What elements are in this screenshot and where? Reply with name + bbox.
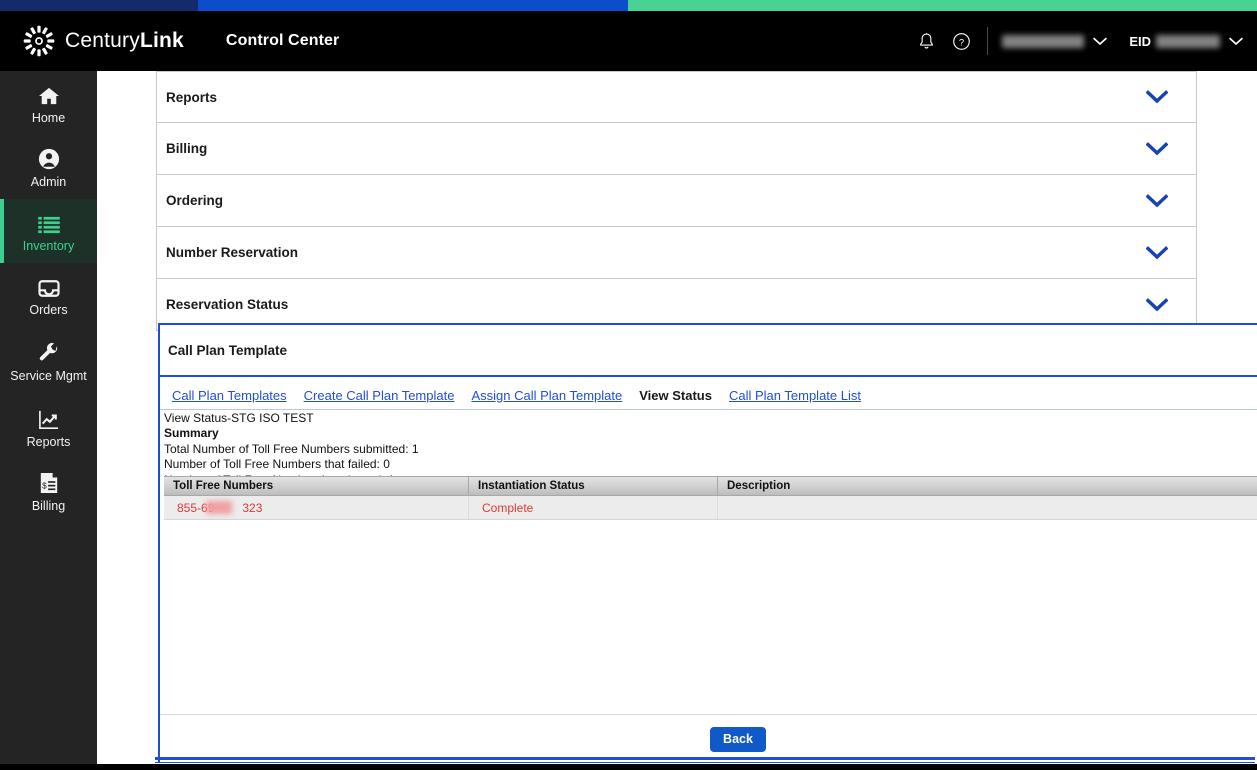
app-title: Control Center [225,32,340,49]
chevron-down-icon [1093,37,1108,45]
chevron-down-icon [1146,297,1168,311]
header-right-cluster: ? EID [912,27,1257,55]
eid-value-redacted [1156,34,1220,48]
summary-label: Summary [164,426,219,441]
accordion-section-reports[interactable]: Reports [156,71,1197,123]
sidebar-item-label: Service Mgmt [10,368,87,383]
accordion-list: Reports Billing Ordering Number Reservat… [156,71,1197,331]
sidebar-item-label: Inventory [22,238,75,253]
header-divider [987,27,989,55]
tab-call-plan-templates[interactable]: Call Plan Templates [172,388,287,403]
help-button[interactable]: ? [947,27,975,55]
sidebar-item-label: Admin [30,174,67,189]
accordion-section-number-reservation[interactable]: Number Reservation [156,227,1197,279]
svg-text:$: $ [42,481,47,490]
tab-assign-call-plan-template[interactable]: Assign Call Plan Template [471,388,622,403]
back-button[interactable]: Back [710,726,766,752]
invoice-icon: $ [39,470,59,494]
eid-menu[interactable]: EID [1129,34,1243,49]
accordion-title: Reservation Status [166,297,289,312]
summary-line-failed: Number of Toll Free Numbers that failed:… [164,457,390,472]
table-row: 855-69 323 Complete [164,496,1257,520]
list-icon [37,210,60,234]
centurylink-logo-icon [23,25,55,57]
main-content: Reports Billing Ordering Number Reservat… [97,71,1257,764]
chevron-down-icon [1146,90,1168,104]
brand[interactable]: CenturyLink [22,24,184,58]
toll-free-number-suffix: 323 [242,500,263,515]
page-heading: View Status-STG ISO TEST [164,411,314,425]
left-sidebar: Home Admin Inventory Orders Service Mgmt… [0,71,97,764]
column-header-description: Description [727,480,791,492]
sidebar-item-label: Orders [29,302,68,317]
eid-label: EID [1129,33,1151,49]
accordion-title: Billing [166,141,208,156]
cell-toll-free-number: 855-69 323 [164,496,469,519]
accordion-section-ordering[interactable]: Ordering [156,175,1197,227]
user-name-redacted [1002,34,1085,48]
brand-name-bold: Link [139,29,184,52]
cell-instantiation-status: Complete [469,496,718,519]
column-header-instantiation-status: Instantiation Status [469,477,718,495]
accordion-title: Number Reservation [166,245,299,260]
sidebar-item-inventory[interactable]: Inventory [0,199,97,263]
call-plan-template-panel: Call Plan Template Call Plan Templates C… [158,323,1257,763]
sidebar-item-admin[interactable]: Admin [0,135,97,199]
chart-line-icon [38,406,60,430]
bottom-accent-rule-2 [155,762,1255,763]
brand-name: CenturyLink [65,29,184,53]
question-circle-icon: ? [952,32,970,50]
cell-description [718,496,1257,519]
call-plan-template-header: Call Plan Template [160,325,1257,377]
app-header: CenturyLink Control Center ? EID [0,11,1257,71]
sidebar-item-orders[interactable]: Orders [0,263,97,327]
tab-create-call-plan-template[interactable]: Create Call Plan Template [304,388,455,403]
accordion-title: Reports [166,89,218,105]
user-menu[interactable] [1002,34,1108,48]
accordion-section-billing[interactable]: Billing [156,123,1197,175]
call-plan-template-body: Call Plan Templates Create Call Plan Tem… [160,377,1257,520]
tab-call-plan-template-list[interactable]: Call Plan Template List [729,388,861,403]
top-color-bar [0,0,1257,11]
sidebar-item-label: Home [31,110,66,125]
topbar-green-segment [628,0,1257,11]
call-plan-template-footer: Back [160,714,1257,763]
chevron-down-icon [1146,193,1168,207]
sidebar-item-service-mgmt[interactable]: Service Mgmt [0,327,97,395]
sidebar-item-label: Reports [26,434,71,449]
inbox-icon [37,274,60,298]
chevron-down-icon [1229,37,1243,45]
bell-icon [919,32,933,48]
home-icon [38,82,60,106]
table-header-row: Toll Free Numbers Instantiation Status D… [164,476,1257,496]
page-bottom-edge [0,764,1257,770]
call-plan-tab-bar: Call Plan Templates Create Call Plan Tem… [160,377,1257,410]
topbar-blue-segment [198,0,628,11]
sidebar-item-reports[interactable]: Reports [0,395,97,459]
panel-title: Call Plan Template [168,342,288,358]
sidebar-item-billing[interactable]: $ Billing [0,459,97,523]
topbar-navy-segment [0,0,198,11]
app-root: CenturyLink Control Center ? EID Home Ad… [0,0,1257,770]
accordion-title: Ordering [166,193,224,208]
svg-text:?: ? [959,37,964,48]
sidebar-item-home[interactable]: Home [0,71,97,135]
toll-free-numbers-table: Toll Free Numbers Instantiation Status D… [164,476,1257,520]
notifications-button[interactable] [912,27,940,55]
toll-free-number-redacted-mask [206,501,232,514]
user-circle-icon [38,146,60,170]
sidebar-item-label: Billing [31,498,66,513]
brand-name-light: Century [65,29,140,52]
column-header-toll-free-numbers: Toll Free Numbers [164,477,469,495]
chevron-down-icon [1146,245,1168,259]
bottom-accent-rule [155,757,1255,760]
tab-view-status: View Status [639,388,712,403]
wrench-icon [38,340,60,364]
summary-line-submitted: Total Number of Toll Free Numbers submit… [164,441,419,456]
chevron-down-icon [1146,141,1168,155]
